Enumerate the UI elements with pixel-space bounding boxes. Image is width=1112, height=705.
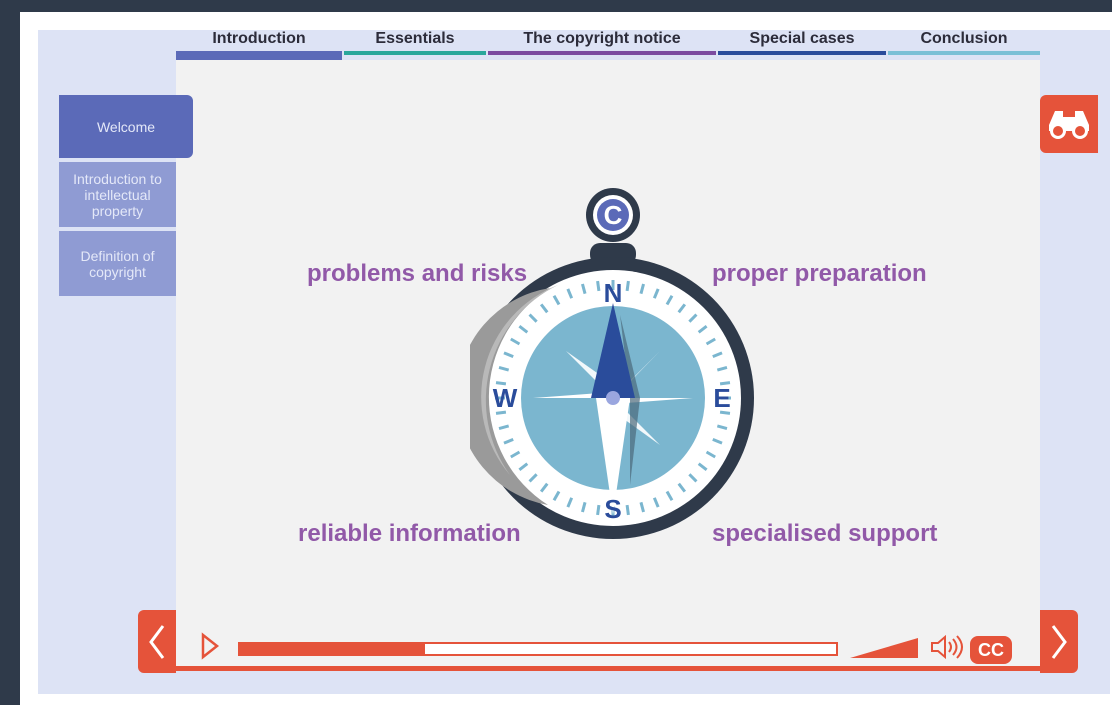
prev-button[interactable] [138, 610, 176, 673]
compass-west: W [493, 383, 518, 413]
chevron-right-icon [1051, 624, 1067, 659]
volume-slider[interactable] [850, 632, 920, 660]
tab-indicator [488, 51, 716, 55]
sidebar-item-label: Definition of copyright [80, 247, 155, 280]
tab-essentials[interactable]: Essentials [344, 30, 486, 55]
tab-indicator [888, 51, 1040, 55]
volume-button[interactable] [930, 634, 964, 660]
tab-label: The copyright notice [523, 30, 681, 47]
sidebar-item-label: Welcome [96, 118, 156, 135]
tab-label: Essentials [375, 30, 455, 47]
tab-indicator [718, 51, 886, 55]
sidebar-item-label: Introduction to intellectual property [73, 170, 162, 219]
binoculars-icon [1049, 111, 1089, 139]
compass-tick [596, 280, 601, 292]
search-button[interactable] [1040, 95, 1098, 153]
progress-bar[interactable] [238, 642, 838, 656]
compass-south: S [604, 494, 621, 524]
tab-special-cases[interactable]: Special cases [718, 30, 886, 55]
player-controls: CC [138, 610, 1078, 673]
chevron-left-icon [149, 624, 165, 659]
volume-icon [931, 634, 963, 660]
compass-tick [596, 504, 601, 516]
tab-label: Introduction [212, 30, 306, 47]
sidebar-item-introduction-ip[interactable]: Introduction to intellectual property [59, 162, 176, 227]
sidebar-item-welcome[interactable]: Welcome [59, 95, 193, 158]
cc-label: CC [978, 639, 1004, 660]
compass-tick [625, 504, 630, 516]
copyright-symbol: C [604, 200, 623, 230]
tab-introduction[interactable]: Introduction [176, 30, 342, 68]
sidebar-item-definition[interactable]: Definition of copyright [59, 231, 176, 296]
compass-tick [625, 280, 630, 292]
tab-indicator [344, 51, 486, 55]
compass-east: E [713, 383, 730, 413]
next-button[interactable] [1040, 610, 1078, 673]
control-bar: CC [176, 618, 1040, 671]
progress-fill [240, 644, 425, 654]
cc-button[interactable]: CC [970, 636, 1012, 664]
tab-copyright-notice[interactable]: The copyright notice [488, 30, 716, 55]
play-icon [201, 632, 220, 660]
play-button[interactable] [200, 632, 220, 660]
copyright-icon: C [586, 188, 640, 242]
compass-north: N [604, 278, 623, 308]
tab-label: Special cases [749, 30, 855, 47]
tab-conclusion[interactable]: Conclusion [888, 30, 1040, 55]
compass-illustration: C N S E W [470, 188, 754, 539]
tab-label: Conclusion [920, 30, 1008, 47]
